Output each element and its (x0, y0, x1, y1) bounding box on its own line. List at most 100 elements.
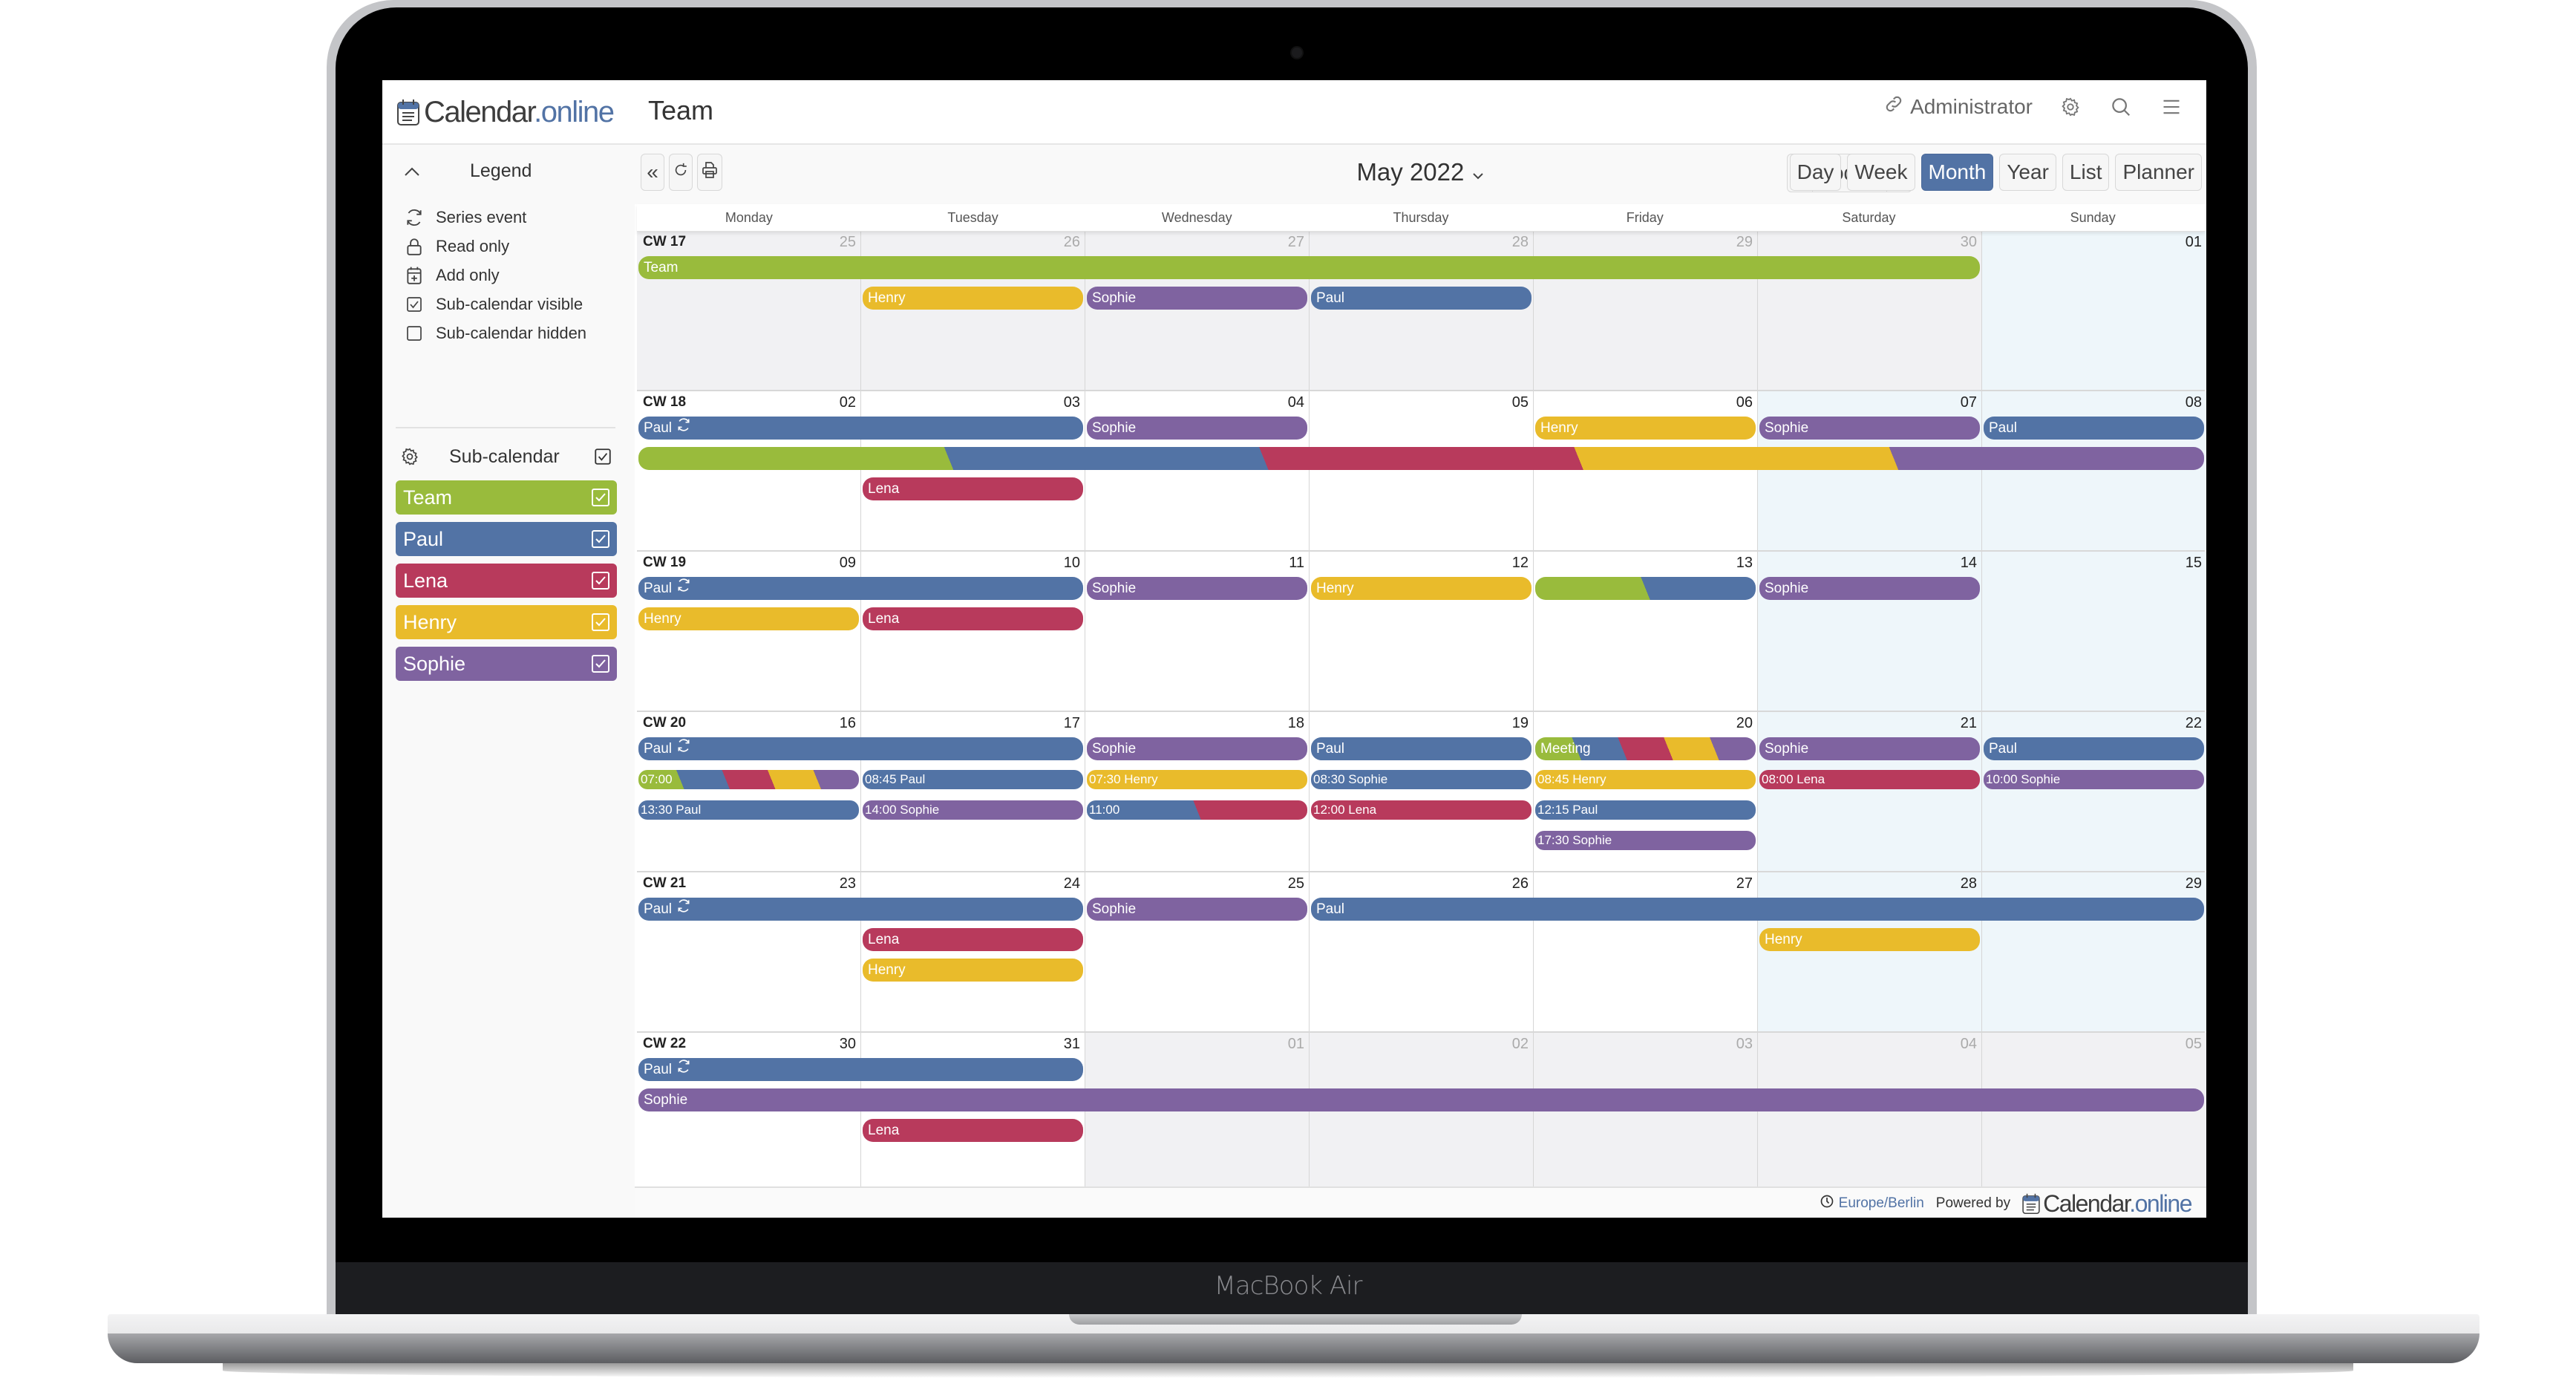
day-number[interactable]: 02 (840, 394, 856, 411)
day-cell[interactable]: 21 (1758, 712, 1982, 871)
day-cell[interactable]: 28 (1310, 231, 1534, 390)
day-cell[interactable]: 25 (1085, 872, 1310, 1031)
day-number[interactable]: 20 (1736, 715, 1753, 732)
subcalendar-lena[interactable]: Lena (396, 564, 617, 598)
day-number[interactable]: 28 (1512, 234, 1529, 251)
event-bar[interactable] (638, 447, 2204, 470)
event-bar[interactable]: Sophie (1087, 417, 1307, 440)
day-number[interactable]: 02 (1512, 1036, 1529, 1053)
day-number[interactable]: 01 (2186, 234, 2202, 251)
event-bar[interactable]: Paul (1311, 898, 2204, 921)
calendar-week-label[interactable]: CW 18 (643, 394, 686, 411)
day-number[interactable]: 05 (2186, 1036, 2202, 1053)
event-bar[interactable]: Henry (638, 607, 859, 630)
event-bar[interactable]: Paul (638, 898, 1083, 921)
legend-toggle[interactable]: Legend (403, 160, 532, 183)
day-cell[interactable]: 05 (1310, 391, 1534, 550)
day-number[interactable]: 25 (1288, 875, 1304, 892)
calendar-week-label[interactable]: CW 20 (643, 715, 686, 731)
timed-event[interactable]: 07:00 (638, 770, 859, 789)
day-cell[interactable]: 23 (637, 872, 861, 1031)
day-number[interactable]: 12 (1512, 555, 1529, 572)
app-logo[interactable]: Calendar.online (397, 94, 615, 131)
day-number[interactable]: 27 (1288, 234, 1304, 251)
day-cell[interactable]: 05 (1982, 1033, 2206, 1192)
day-cell[interactable]: 31 (861, 1033, 1085, 1192)
day-cell[interactable]: 03 (1534, 1033, 1758, 1192)
day-number[interactable]: 27 (1736, 875, 1753, 892)
day-number[interactable]: 26 (1064, 234, 1080, 251)
day-cell[interactable]: 04 (1085, 391, 1310, 550)
day-number[interactable]: 17 (1064, 715, 1080, 732)
timed-event[interactable]: 13:30 Paul (638, 800, 859, 820)
gear-icon[interactable] (400, 447, 419, 466)
view-list-button[interactable]: List (2062, 154, 2110, 191)
event-bar[interactable]: Sophie (1759, 577, 1980, 600)
event-bar[interactable]: Paul (638, 417, 1083, 440)
timed-event[interactable]: 12:00 Lena (1311, 800, 1531, 820)
day-number[interactable]: 29 (2186, 875, 2202, 892)
event-bar[interactable]: Lena (863, 928, 1083, 951)
visibility-checkbox[interactable] (592, 613, 609, 631)
timezone-link[interactable]: Europe/Berlin (1820, 1194, 1924, 1213)
timed-event[interactable]: 08:00 Lena (1759, 770, 1980, 789)
day-number[interactable]: 08 (2186, 394, 2202, 411)
day-cell[interactable]: 22 (1982, 712, 2206, 871)
view-week-button[interactable]: Week (1847, 154, 1915, 191)
day-cell[interactable]: 06 (1534, 391, 1758, 550)
day-number[interactable]: 04 (1288, 394, 1304, 411)
event-bar[interactable]: Sophie (1087, 577, 1307, 600)
day-number[interactable]: 10 (1064, 555, 1080, 572)
timed-event[interactable]: 08:45 Paul (863, 770, 1083, 789)
event-bar[interactable]: Team (638, 256, 1980, 279)
day-cell[interactable]: 14 (1758, 552, 1982, 711)
event-bar[interactable]: Paul (1984, 417, 2204, 440)
day-cell[interactable]: 27 (1534, 872, 1758, 1031)
search-icon[interactable] (2108, 94, 2134, 120)
day-number[interactable]: 06 (1736, 394, 1753, 411)
day-number[interactable]: 15 (2186, 555, 2202, 572)
day-cell[interactable]: 08 (1982, 391, 2206, 550)
day-number[interactable]: 22 (2186, 715, 2202, 732)
day-cell[interactable]: 17 (861, 712, 1085, 871)
day-cell[interactable]: 26 (861, 231, 1085, 390)
timed-event[interactable]: 17:30 Sophie (1535, 831, 1756, 850)
day-number[interactable]: 26 (1512, 875, 1529, 892)
day-cell[interactable]: 02 (637, 391, 861, 550)
day-cell[interactable]: 02 (1310, 1033, 1534, 1192)
day-cell[interactable]: 01 (1982, 231, 2206, 390)
event-bar[interactable]: Henry (1759, 928, 1980, 951)
day-number[interactable]: 18 (1288, 715, 1304, 732)
day-cell[interactable]: 07 (1758, 391, 1982, 550)
day-number[interactable]: 30 (1961, 234, 1977, 251)
timed-event[interactable]: 10:00 Sophie (1984, 770, 2204, 789)
day-number[interactable]: 03 (1736, 1036, 1753, 1053)
event-bar[interactable]: Sophie (638, 1088, 2204, 1111)
timed-event[interactable]: 07:30 Henry (1087, 770, 1307, 789)
day-cell[interactable]: 01 (1085, 1033, 1310, 1192)
event-bar[interactable]: Paul (638, 1058, 1083, 1081)
day-number[interactable]: 05 (1512, 394, 1529, 411)
event-bar[interactable]: Sophie (1087, 287, 1307, 310)
hamburger-icon[interactable] (2159, 94, 2184, 120)
day-number[interactable]: 19 (1512, 715, 1529, 732)
event-bar[interactable]: Henry (863, 287, 1083, 310)
day-cell[interactable]: 12 (1310, 552, 1534, 711)
day-cell[interactable]: 11 (1085, 552, 1310, 711)
day-number[interactable]: 25 (840, 234, 856, 251)
calendar-week-label[interactable]: CW 17 (643, 234, 686, 250)
event-bar[interactable]: Lena (863, 477, 1083, 500)
event-bar[interactable]: Paul (638, 737, 1083, 760)
day-number[interactable]: 14 (1961, 555, 1977, 572)
day-cell[interactable]: 30 (637, 1033, 861, 1192)
day-number[interactable]: 01 (1288, 1036, 1304, 1053)
view-planner-button[interactable]: Planner (2115, 154, 2202, 191)
event-bar[interactable]: Sophie (1759, 737, 1980, 760)
day-cell[interactable]: 29 (1534, 231, 1758, 390)
day-number[interactable]: 30 (840, 1036, 856, 1053)
event-bar[interactable]: Paul (638, 577, 1083, 600)
visibility-checkbox[interactable] (592, 530, 609, 548)
event-bar[interactable]: Sophie (1087, 737, 1307, 760)
day-cell[interactable]: 26 (1310, 872, 1534, 1031)
subcalendar-sophie[interactable]: Sophie (396, 647, 617, 681)
